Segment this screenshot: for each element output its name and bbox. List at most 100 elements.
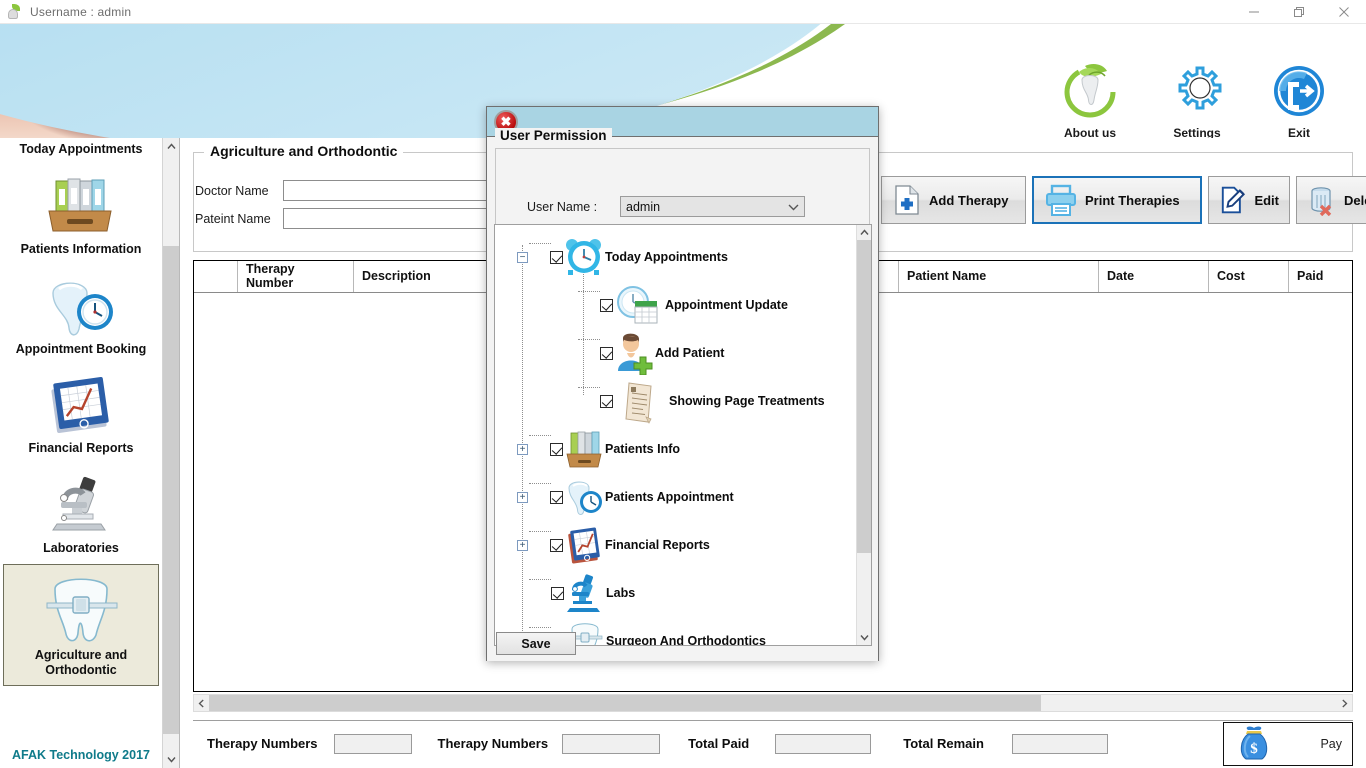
tree-checkbox[interactable]: [600, 346, 613, 360]
money-bag-icon: $: [1240, 726, 1268, 760]
grid-col-paid[interactable]: Paid: [1289, 261, 1352, 292]
tree-item-labs[interactable]: Labs: [517, 573, 635, 613]
groupbox-title: Agriculture and Orthodontic: [204, 143, 404, 159]
username-select[interactable]: admin: [620, 196, 805, 217]
tree-checkbox[interactable]: [551, 586, 564, 600]
tree-item-today-appointments[interactable]: − Today Appointments: [517, 237, 728, 277]
tree-line: [578, 291, 600, 292]
delete-button[interactable]: Delete: [1296, 176, 1366, 224]
sidebar-footer: AFAK Technology 2017: [12, 748, 150, 762]
patient-name-label: Pateint Name: [195, 211, 271, 226]
tree-item-financial-reports[interactable]: + Financial Reports: [517, 525, 710, 565]
tree-item-appointment-update[interactable]: Appointment Update: [578, 285, 788, 325]
alarm-clock-icon: [563, 237, 605, 277]
tree-checkbox[interactable]: [600, 298, 613, 312]
scroll-up-icon[interactable]: [163, 138, 179, 155]
grid-col-therapy-number[interactable]: Therapy Number: [238, 261, 354, 292]
tree-checkbox[interactable]: [550, 538, 563, 552]
settings-button[interactable]: Settings: [1147, 60, 1247, 138]
tree-item-patients-appointment[interactable]: + Patients Appointment: [517, 477, 734, 517]
add-therapy-button[interactable]: Add Therapy: [881, 176, 1026, 224]
minimize-icon[interactable]: [1231, 0, 1276, 24]
scroll-down-icon[interactable]: [163, 751, 179, 768]
user-permission-title: User Permission: [495, 128, 612, 143]
app-tooth-leaf-icon: [6, 3, 22, 20]
svg-text:$: $: [1250, 741, 1258, 757]
sidebar-label-patients-information: Patients Information: [20, 241, 142, 256]
window-titlebar: Username : admin: [0, 0, 1366, 24]
close-icon[interactable]: [1321, 0, 1366, 24]
tree-line: [529, 579, 551, 580]
username-value: admin: [626, 199, 661, 214]
scroll-left-icon[interactable]: [194, 695, 209, 711]
grid-col-cost[interactable]: Cost: [1209, 261, 1289, 292]
therapy-numbers-input-1[interactable]: [333, 733, 412, 754]
tooth-braces-icon: [4, 571, 158, 643]
grid-col-date[interactable]: Date: [1099, 261, 1209, 292]
doctor-name-label: Doctor Name: [195, 183, 269, 198]
settings-label: Settings: [1173, 126, 1221, 138]
chevron-down-icon: [788, 200, 799, 214]
tree-label: Financial Reports: [605, 538, 710, 552]
sidebar-item-today-appointments[interactable]: Today Appointments: [3, 138, 159, 165]
expand-plus-icon[interactable]: +: [517, 491, 528, 503]
tree-checkbox[interactable]: [550, 442, 563, 456]
collapse-minus-icon[interactable]: −: [517, 251, 528, 263]
about-us-button[interactable]: About us: [1040, 60, 1140, 138]
sidebar-item-laboratories[interactable]: Laboratories: [3, 464, 159, 564]
sidebar-item-patients-information[interactable]: Patients Information: [3, 165, 159, 265]
tooth-clock-icon: [563, 477, 605, 517]
tree-checkbox[interactable]: [550, 490, 563, 504]
tooth-leaf-logo-icon: [1040, 60, 1140, 122]
tree-label: Add Patient: [655, 346, 725, 360]
tree-scrollbar[interactable]: [856, 225, 871, 645]
therapy-numbers-input-2[interactable]: [562, 733, 661, 754]
microscope-icon: [564, 573, 606, 613]
sidebar-label-appointment-booking: Appointment Booking: [15, 341, 147, 356]
grid-horizontal-scrollbar[interactable]: [193, 694, 1353, 712]
sidebar-item-appointment-booking[interactable]: Appointment Booking: [3, 265, 159, 365]
therapy-numbers-label-1: Therapy Numbers: [207, 736, 318, 751]
delete-label: Delete: [1344, 192, 1366, 208]
tree-line: [578, 339, 600, 340]
window-title: Username : admin: [30, 4, 132, 19]
tree-line: [529, 531, 551, 532]
restore-icon[interactable]: [1276, 0, 1321, 24]
expand-plus-icon[interactable]: +: [517, 539, 528, 551]
tree-item-patients-info[interactable]: + Patients Info: [517, 429, 680, 469]
tree-checkbox[interactable]: [550, 250, 563, 264]
trash-delete-icon: [1311, 187, 1332, 216]
total-remain-label: Total Remain: [903, 736, 984, 751]
therapy-numbers-label-2: Therapy Numbers: [437, 736, 549, 751]
grid-scroll-thumb[interactable]: [209, 695, 1041, 711]
grid-col-selector[interactable]: [194, 261, 238, 292]
sidebar-label-today-appointments: Today Appointments: [19, 142, 143, 156]
sidebar-scroll-thumb[interactable]: [163, 246, 179, 734]
tree-line: [529, 483, 551, 484]
tree-item-add-patient[interactable]: Add Patient: [578, 333, 725, 376]
add-therapy-label: Add Therapy: [929, 192, 1009, 208]
grid-col-patient-name[interactable]: Patient Name: [899, 261, 1099, 292]
chart-report-icon: [563, 525, 605, 565]
window-controls: [1231, 0, 1366, 24]
scroll-right-icon[interactable]: [1337, 695, 1352, 711]
tree-checkbox[interactable]: [600, 394, 613, 408]
save-button[interactable]: Save: [496, 632, 576, 655]
total-remain-input[interactable]: [1011, 733, 1108, 754]
permission-tree[interactable]: − Today Appointments Appointment Update …: [494, 224, 872, 646]
binders-box-icon: [563, 429, 605, 469]
tree-scroll-thumb[interactable]: [857, 240, 871, 553]
print-therapies-button[interactable]: Print Therapies: [1032, 176, 1202, 224]
exit-button[interactable]: Exit: [1249, 60, 1349, 138]
dialog-body: User Permission User Name : admin − Toda…: [487, 128, 878, 661]
pay-button[interactable]: $ Pay: [1223, 722, 1353, 766]
scroll-down-icon[interactable]: [857, 630, 871, 645]
sidebar-item-agriculture-and-orthodontic[interactable]: Agriculture and Orthodontic: [3, 563, 159, 687]
sidebar-item-financial-reports[interactable]: Financial Reports: [3, 364, 159, 464]
sidebar-scrollbar[interactable]: [162, 138, 179, 768]
edit-button[interactable]: Edit: [1208, 176, 1290, 224]
total-paid-input[interactable]: [775, 733, 872, 754]
expand-plus-icon[interactable]: +: [517, 443, 528, 455]
tree-item-showing-page-treatments[interactable]: Showing Page Treatments: [578, 381, 825, 424]
scroll-up-icon[interactable]: [857, 225, 871, 240]
